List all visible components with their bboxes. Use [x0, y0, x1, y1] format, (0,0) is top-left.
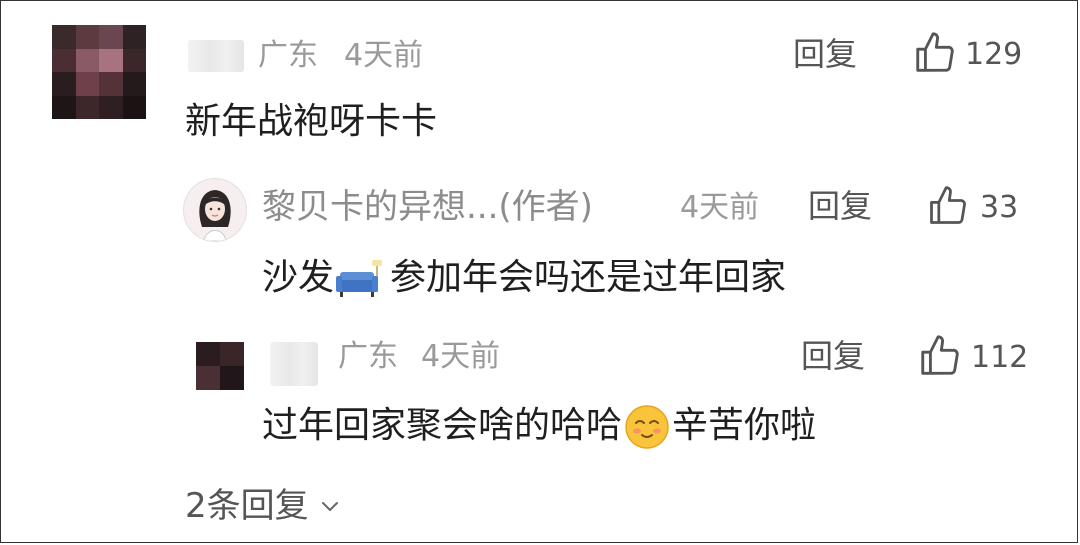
reply-button[interactable]: 回复	[801, 340, 865, 372]
smiling-face-emoji	[624, 404, 670, 450]
username-blurred[interactable]	[188, 40, 244, 72]
like-count: 33	[980, 190, 1019, 225]
author-name[interactable]: 黎贝卡的异想...(作者)	[262, 190, 593, 224]
reply-text: 沙发 参加年会吗还是过年回家	[262, 256, 786, 302]
author-avatar[interactable]	[183, 178, 247, 242]
like-count: 112	[971, 340, 1029, 375]
like-count: 129	[965, 37, 1023, 72]
thumbs-up-icon[interactable]	[917, 333, 963, 379]
username-blurred[interactable]	[270, 342, 318, 386]
reply-text-part: 沙发	[262, 257, 335, 298]
more-replies-label[interactable]: 2条回复	[185, 489, 309, 523]
thumbs-up-icon[interactable]	[926, 184, 970, 228]
reply-text: 过年回家聚会啥的哈哈 辛苦你啦	[262, 404, 816, 450]
timestamp: 4天前	[421, 339, 501, 374]
location-label: 广东	[258, 38, 318, 73]
avatar[interactable]	[196, 342, 244, 390]
more-replies-link[interactable]: 2条回复	[185, 489, 341, 523]
reply-text-part: 辛苦你啦	[672, 405, 817, 446]
reply-button[interactable]: 回复	[793, 38, 857, 70]
thumbs-up-icon[interactable]	[912, 30, 958, 76]
location-label: 广东	[338, 339, 398, 374]
avatar[interactable]	[52, 25, 146, 119]
timestamp: 4天前	[680, 190, 760, 225]
chevron-down-icon[interactable]	[319, 495, 341, 517]
reply-button[interactable]: 回复	[808, 190, 872, 222]
sofa-emoji	[336, 256, 388, 302]
timestamp: 4天前	[344, 38, 424, 73]
comment-text: 新年战袍呀卡卡	[185, 101, 438, 142]
reply-text-part: 过年回家聚会啥的哈哈	[262, 405, 623, 446]
reply-text-part: 参加年会吗还是过年回家	[390, 257, 787, 298]
